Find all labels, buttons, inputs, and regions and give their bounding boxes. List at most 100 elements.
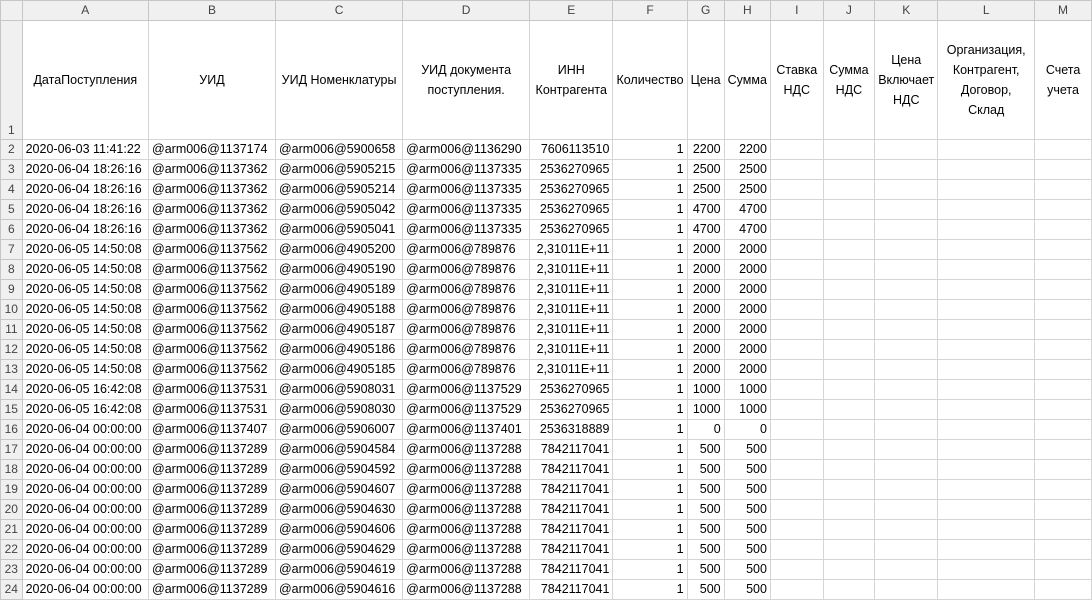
cell-date[interactable]: 2020-06-04 18:26:16	[21, 159, 150, 180]
cell-sum[interactable]: 0	[723, 419, 771, 440]
cell-price[interactable]: 2500	[686, 179, 725, 200]
cell-nom[interactable]: @arm006@5904592	[274, 459, 404, 480]
empty-cell[interactable]	[937, 199, 1036, 220]
empty-cell[interactable]	[874, 399, 939, 420]
row-number[interactable]: 3	[0, 159, 23, 180]
header-cell[interactable]: УИД	[148, 20, 276, 140]
cell-date[interactable]: 2020-06-04 18:26:16	[21, 219, 150, 240]
row-number[interactable]: 16	[0, 419, 23, 440]
empty-cell[interactable]	[1034, 579, 1092, 600]
cell-price[interactable]: 2200	[686, 139, 725, 160]
select-all-corner[interactable]	[0, 0, 23, 21]
empty-cell[interactable]	[822, 419, 876, 440]
cell-inn[interactable]: 7842117041	[529, 459, 614, 480]
empty-cell[interactable]	[822, 559, 876, 580]
header-cell[interactable]: ДатаПоступления	[21, 20, 150, 140]
empty-cell[interactable]	[769, 219, 824, 240]
empty-cell[interactable]	[874, 379, 939, 400]
cell-price[interactable]: 500	[686, 439, 725, 460]
header-cell[interactable]: УИД документа поступления.	[402, 20, 531, 140]
cell-qty[interactable]: 1	[612, 299, 688, 320]
cell-date[interactable]: 2020-06-05 14:50:08	[21, 239, 150, 260]
cell-doc[interactable]: @arm006@1137529	[402, 379, 531, 400]
cell-sum[interactable]: 2000	[723, 279, 771, 300]
cell-uid[interactable]: @arm006@1137562	[148, 299, 276, 320]
cell-uid[interactable]: @arm006@1137289	[148, 519, 276, 540]
empty-cell[interactable]	[1034, 179, 1092, 200]
cell-uid[interactable]: @arm006@1137407	[148, 419, 276, 440]
empty-cell[interactable]	[937, 139, 1036, 160]
cell-nom[interactable]: @arm006@5905214	[274, 179, 404, 200]
header-cell[interactable]: Количество	[612, 20, 688, 140]
cell-inn[interactable]: 7606113510	[529, 139, 614, 160]
empty-cell[interactable]	[769, 139, 824, 160]
empty-cell[interactable]	[1034, 359, 1092, 380]
empty-cell[interactable]	[822, 159, 876, 180]
empty-cell[interactable]	[937, 499, 1036, 520]
empty-cell[interactable]	[769, 259, 824, 280]
empty-cell[interactable]	[937, 379, 1036, 400]
cell-doc[interactable]: @arm006@1137335	[402, 159, 531, 180]
empty-cell[interactable]	[769, 199, 824, 220]
empty-cell[interactable]	[874, 139, 939, 160]
cell-nom[interactable]: @arm006@5905041	[274, 219, 404, 240]
empty-cell[interactable]	[822, 239, 876, 260]
empty-cell[interactable]	[874, 319, 939, 340]
cell-inn[interactable]: 2,31011E+11	[529, 339, 614, 360]
row-number[interactable]: 24	[0, 579, 23, 600]
empty-cell[interactable]	[822, 479, 876, 500]
empty-cell[interactable]	[1034, 279, 1092, 300]
cell-sum[interactable]: 2000	[723, 259, 771, 280]
empty-cell[interactable]	[822, 499, 876, 520]
cell-uid[interactable]: @arm006@1137362	[148, 179, 276, 200]
empty-cell[interactable]	[937, 239, 1036, 260]
empty-cell[interactable]	[1034, 159, 1092, 180]
cell-sum[interactable]: 2000	[723, 319, 771, 340]
cell-nom[interactable]: @arm006@5906007	[274, 419, 404, 440]
row-number[interactable]: 22	[0, 539, 23, 560]
empty-cell[interactable]	[822, 199, 876, 220]
cell-qty[interactable]: 1	[612, 339, 688, 360]
cell-price[interactable]: 2000	[686, 359, 725, 380]
row-number[interactable]: 2	[0, 139, 23, 160]
row-number[interactable]: 23	[0, 559, 23, 580]
cell-date[interactable]: 2020-06-05 16:42:08	[21, 379, 150, 400]
empty-cell[interactable]	[1034, 459, 1092, 480]
empty-cell[interactable]	[1034, 339, 1092, 360]
empty-cell[interactable]	[1034, 419, 1092, 440]
empty-cell[interactable]	[1034, 399, 1092, 420]
cell-qty[interactable]: 1	[612, 379, 688, 400]
empty-cell[interactable]	[937, 579, 1036, 600]
cell-qty[interactable]: 1	[612, 439, 688, 460]
cell-inn[interactable]: 2536270965	[529, 199, 614, 220]
empty-cell[interactable]	[937, 519, 1036, 540]
cell-price[interactable]: 2000	[686, 239, 725, 260]
row-number[interactable]: 14	[0, 379, 23, 400]
empty-cell[interactable]	[822, 399, 876, 420]
column-header-d[interactable]: D	[402, 0, 531, 21]
empty-cell[interactable]	[769, 479, 824, 500]
empty-cell[interactable]	[822, 219, 876, 240]
cell-date[interactable]: 2020-06-04 00:00:00	[21, 479, 150, 500]
empty-cell[interactable]	[874, 579, 939, 600]
cell-date[interactable]: 2020-06-05 14:50:08	[21, 279, 150, 300]
empty-cell[interactable]	[874, 539, 939, 560]
cell-doc[interactable]: @arm006@1137529	[402, 399, 531, 420]
empty-cell[interactable]	[874, 199, 939, 220]
cell-uid[interactable]: @arm006@1137562	[148, 339, 276, 360]
empty-cell[interactable]	[874, 259, 939, 280]
empty-cell[interactable]	[937, 339, 1036, 360]
cell-date[interactable]: 2020-06-05 14:50:08	[21, 339, 150, 360]
row-number[interactable]: 13	[0, 359, 23, 380]
empty-cell[interactable]	[769, 579, 824, 600]
header-cell[interactable]: Ставка НДС	[769, 20, 824, 140]
cell-nom[interactable]: @arm006@5908030	[274, 399, 404, 420]
cell-inn[interactable]: 2536270965	[529, 159, 614, 180]
cell-price[interactable]: 500	[686, 479, 725, 500]
cell-qty[interactable]: 1	[612, 179, 688, 200]
empty-cell[interactable]	[937, 419, 1036, 440]
empty-cell[interactable]	[769, 359, 824, 380]
row-number[interactable]: 20	[0, 499, 23, 520]
empty-cell[interactable]	[1034, 299, 1092, 320]
cell-nom[interactable]: @arm006@4905187	[274, 319, 404, 340]
